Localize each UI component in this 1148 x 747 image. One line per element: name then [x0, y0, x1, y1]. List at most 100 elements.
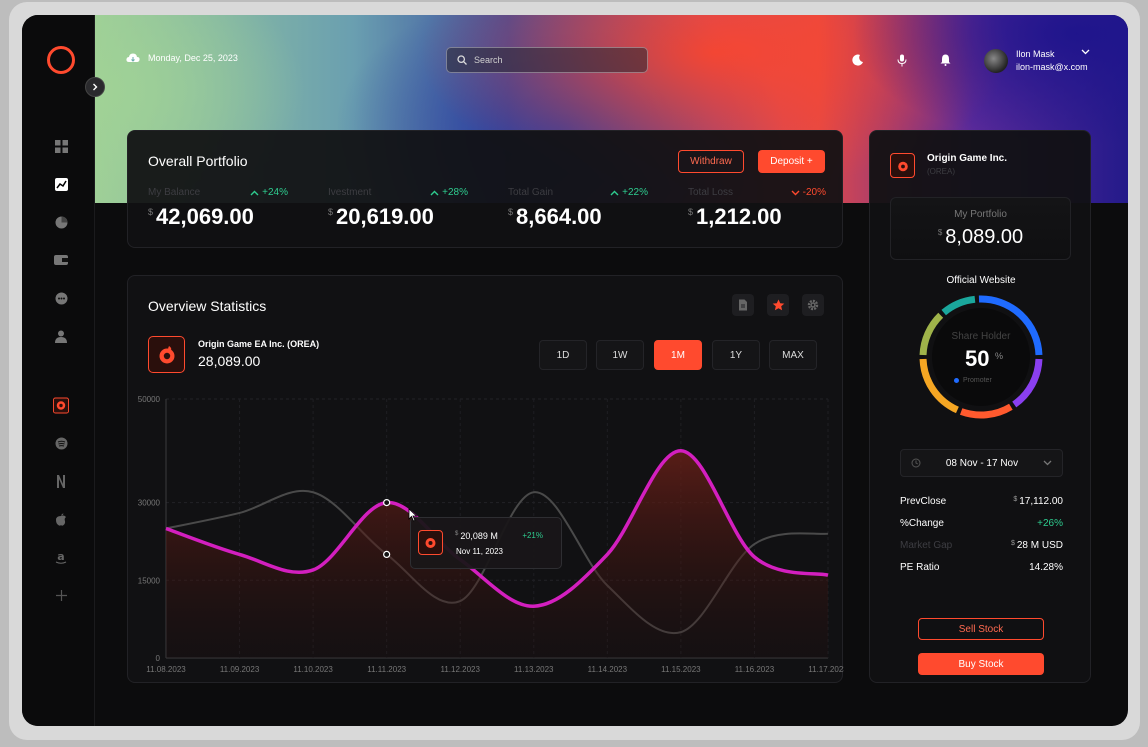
- x-tick-label: 11.09.2023: [220, 665, 260, 674]
- dashboard-icon[interactable]: [53, 138, 69, 154]
- metric-value: 42,069.00: [156, 204, 254, 229]
- detail-row-prevclose: PrevClose $17,112.00: [900, 496, 1063, 507]
- x-tick-label: 11.14.2023: [588, 665, 628, 674]
- arrow-up-icon: [430, 190, 439, 195]
- company-value: 28,089.00: [198, 353, 261, 369]
- gear-icon: [807, 299, 819, 311]
- donut-segment: [959, 403, 1013, 419]
- document-button[interactable]: [732, 294, 754, 316]
- y-tick-label: 0: [156, 654, 161, 663]
- detail-row-change: %Change +26%: [900, 518, 1063, 529]
- metric-change: +28%: [430, 187, 468, 198]
- y-tick-label: 30000: [138, 499, 161, 508]
- tooltip-value: 20,089 M: [460, 531, 498, 541]
- apple-icon[interactable]: [53, 511, 69, 527]
- range-1m-button[interactable]: 1M: [654, 340, 702, 370]
- x-tick-label: 11.12.2023: [440, 665, 480, 674]
- company-panel-logo: [890, 153, 915, 178]
- range-1d-button[interactable]: 1D: [539, 340, 587, 370]
- clock-icon: [911, 458, 921, 468]
- arrow-up-icon: [610, 190, 619, 195]
- legend-dot: [954, 378, 959, 383]
- tooltip-date: Nov 11, 2023: [456, 547, 503, 556]
- company-panel: Origin Game Inc. (OREA) My Portfolio $ 8…: [869, 130, 1091, 683]
- favorite-button[interactable]: [767, 294, 789, 316]
- my-portfolio-label: My Portfolio: [954, 209, 1007, 220]
- origin-logo-icon: [159, 345, 174, 363]
- sell-stock-button[interactable]: Sell Stock: [918, 618, 1044, 640]
- company-name: Origin Game EA Inc. (OREA): [198, 339, 320, 349]
- buy-stock-button[interactable]: Buy Stock: [918, 653, 1044, 675]
- metric-change: +24%: [250, 187, 288, 198]
- x-tick-label: 11.10.2023: [293, 665, 333, 674]
- pie-chart-icon[interactable]: [53, 214, 69, 230]
- range-max-button[interactable]: MAX: [769, 340, 817, 370]
- date-range-picker[interactable]: 08 Nov - 17 Nov: [900, 449, 1063, 477]
- app-logo[interactable]: [47, 46, 75, 74]
- tooltip-change: +21%: [522, 531, 543, 540]
- netflix-icon[interactable]: [53, 473, 69, 489]
- amazon-icon[interactable]: a: [53, 549, 69, 565]
- app-window: a Monday, Dec 25, 2023 Ilon Mask ilon-ma…: [22, 15, 1128, 726]
- data-point-marker[interactable]: [383, 498, 391, 507]
- sidebar-toggle-button[interactable]: [85, 77, 105, 97]
- statistics-card: Overview Statistics Origin Game EA Inc. …: [127, 275, 844, 683]
- x-tick-label: 11.16.2023: [735, 665, 775, 674]
- x-tick-label: 11.08.2023: [146, 665, 186, 674]
- date-display: Monday, Dec 25, 2023: [126, 52, 238, 64]
- my-portfolio-box: My Portfolio $ 8,089.00: [890, 197, 1071, 260]
- x-tick-label: 11.13.2023: [514, 665, 554, 674]
- cursor-icon: [408, 508, 418, 522]
- company-logo: [148, 336, 185, 373]
- bell-icon[interactable]: [938, 53, 952, 67]
- x-tick-label: 11.17.2023: [808, 665, 844, 674]
- share-holder-value: 50: [965, 346, 990, 371]
- range-1w-button[interactable]: 1W: [596, 340, 644, 370]
- my-portfolio-value: 8,089.00: [945, 226, 1024, 248]
- user-icon[interactable]: [53, 328, 69, 344]
- chevron-down-icon[interactable]: [1081, 49, 1090, 55]
- metric-loss: Total Loss -20% $1,212.00: [688, 187, 848, 230]
- user-name: Ilon Mask: [1016, 49, 1055, 59]
- wallet-icon[interactable]: [53, 252, 69, 268]
- chevron-down-icon: [1043, 460, 1052, 466]
- chat-icon[interactable]: [53, 290, 69, 306]
- statistics-title: Overview Statistics: [148, 298, 267, 314]
- origin-logo-icon: [425, 538, 436, 548]
- x-tick-label: 11.11.2023: [367, 665, 406, 674]
- x-tick-label: 11.15.2023: [661, 665, 701, 674]
- withdraw-button[interactable]: Withdraw: [678, 150, 744, 173]
- detail-row-peratio: PE Ratio 14.28%: [900, 562, 1063, 573]
- search-input[interactable]: [474, 55, 634, 65]
- official-website-link[interactable]: Official Website: [870, 275, 1092, 286]
- search-bar[interactable]: [446, 47, 648, 73]
- date-text: Monday, Dec 25, 2023: [148, 53, 238, 63]
- origin-icon[interactable]: [53, 397, 69, 413]
- sidebar: a: [22, 15, 95, 726]
- metric-value: 20,619.00: [336, 204, 434, 229]
- trending-chart-icon[interactable]: [53, 176, 69, 192]
- portfolio-title: Overall Portfolio: [148, 153, 248, 169]
- metric-change: -20%: [791, 187, 826, 198]
- microphone-icon[interactable]: [895, 53, 909, 67]
- settings-button[interactable]: [802, 294, 824, 316]
- moon-icon[interactable]: [851, 53, 865, 67]
- user-menu[interactable]: Ilon Mask ilon-mask@x.com: [984, 48, 1088, 74]
- deposit-button[interactable]: Deposit +: [758, 150, 825, 173]
- range-1y-button[interactable]: 1Y: [712, 340, 760, 370]
- share-holder-label: Share Holder: [951, 331, 1011, 342]
- y-tick-label: 50000: [138, 395, 161, 404]
- metric-gain: Total Gain +22% $8,664.00: [508, 187, 668, 230]
- chart-tooltip: $20,089 M +21% Nov 11, 2023: [410, 517, 562, 569]
- spotify-icon[interactable]: [53, 435, 69, 451]
- svg-text:a: a: [57, 551, 64, 563]
- arrow-down-icon: [791, 190, 800, 195]
- metric-investment: Ivestment +28% $20,619.00: [328, 187, 488, 230]
- company-panel-name: Origin Game Inc.: [927, 153, 1008, 164]
- y-tick-label: 15000: [138, 576, 161, 585]
- portfolio-card: Overall Portfolio Withdraw Deposit + My …: [127, 130, 843, 248]
- detail-row-marketgap: Market Gap $28 M USD: [900, 540, 1063, 551]
- user-email: ilon-mask@x.com: [1016, 62, 1088, 72]
- data-point-marker[interactable]: [383, 550, 391, 558]
- plus-icon[interactable]: [53, 587, 69, 603]
